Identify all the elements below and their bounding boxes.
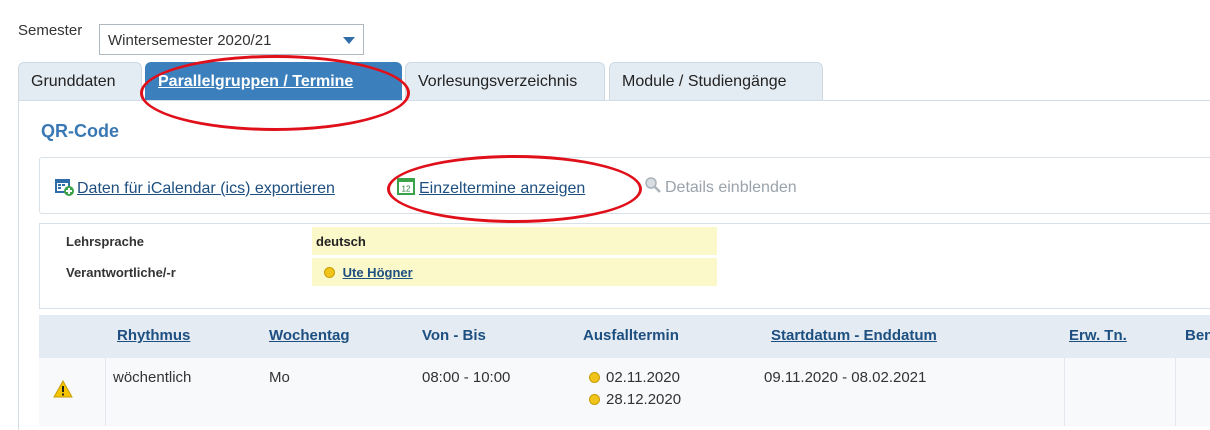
status-dot-icon [324,267,335,278]
header-start-end-date[interactable]: Startdatum - Enddatum [771,327,937,344]
magnifier-icon [644,176,662,199]
export-ics-action[interactable]: Daten für iCalendar (ics) exportieren [54,176,335,201]
responsible-person-link[interactable]: Ute Högner [343,265,413,280]
tab-label: Module / Studiengänge [622,73,787,90]
semester-label: Semester [18,22,83,39]
responsible-value-cell: Ute Högner [312,258,717,286]
export-ics-link[interactable]: Daten für iCalendar (ics) exportieren [77,180,335,198]
cell-ausfalltermin-1: 02.11.2020 [589,369,680,386]
tab-label: Grunddaten [31,73,116,90]
language-label: Lehrsprache [66,234,145,249]
table-header: Rhythmus Wochentag Von - Bis Ausfallterm… [39,315,1210,358]
tab-module-studiengaenge[interactable]: Module / Studiengänge [609,62,823,100]
cell-wochentag: Mo [269,369,290,386]
annotation-circle-tab [140,55,410,131]
tab-vorlesungsverzeichnis[interactable]: Vorlesungsverzeichnis [405,62,605,100]
header-ausfalltermin: Ausfalltermin [583,327,679,344]
calendar-export-icon [54,176,74,201]
table-row: wöchentlich Mo 08:00 - 10:00 02.11.2020 … [39,358,1210,426]
content-panel: QR-Code Daten für iCalendar (ics) export… [18,100,1210,430]
header-ben: Ben [1185,327,1210,344]
cell-rhythmus: wöchentlich [113,369,192,386]
column-divider [1175,358,1176,426]
semester-select-value: Wintersemester 2020/21 [108,32,272,49]
details-action[interactable]: Details einblenden [644,176,797,199]
status-dot-icon [589,394,600,405]
cell-ausfalltermin-2: 28.12.2020 [589,391,681,408]
chevron-down-icon [343,37,355,44]
responsible-label: Verantwortliche/-r [66,265,176,280]
header-rhythmus[interactable]: Rhythmus [117,327,190,344]
details-label: Details einblenden [665,178,797,196]
status-dot-icon [589,372,600,383]
section-title[interactable]: QR-Code [41,121,119,142]
warning-icon [53,379,73,403]
cell-start-end-date: 09.11.2020 - 08.02.2021 [764,369,927,386]
header-von-bis: Von - Bis [422,327,486,344]
schedule-table: Rhythmus Wochentag Von - Bis Ausfallterm… [39,315,1210,426]
semester-select[interactable]: Wintersemester 2020/21 [99,24,364,55]
column-divider [1064,358,1065,426]
info-box: Lehrsprache deutsch Verantwortliche/-r U… [39,223,1210,309]
header-wochentag[interactable]: Wochentag [269,327,350,344]
cell-von-bis: 08:00 - 10:00 [422,369,511,386]
cancel-date: 02.11.2020 [606,369,680,386]
cancel-date: 28.12.2020 [606,391,682,408]
language-value: deutsch [312,227,717,255]
column-divider [105,358,106,426]
tab-label: Vorlesungsverzeichnis [418,73,578,90]
tab-grunddaten[interactable]: Grunddaten [18,62,142,100]
annotation-circle-single-dates [387,155,642,223]
header-erw-tn[interactable]: Erw. Tn. [1069,327,1127,344]
